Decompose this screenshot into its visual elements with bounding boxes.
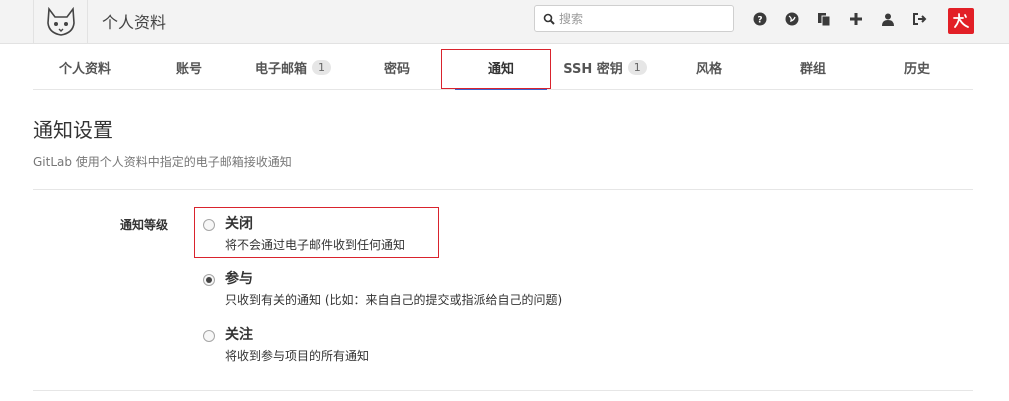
- avatar[interactable]: [948, 8, 974, 34]
- settings-tabs: 个人资料 账号 电子邮箱 1 密码 通知 SSH 密钥 1 风格 群组 历史: [33, 44, 973, 90]
- globe-icon[interactable]: [784, 10, 800, 28]
- radio-participating[interactable]: [203, 274, 215, 286]
- option-description: 将不会通过电子邮件收到任何通知: [225, 238, 406, 252]
- header-actions: ?: [752, 10, 944, 28]
- gitlab-logo-icon: [46, 7, 75, 36]
- radio-watch[interactable]: [203, 330, 215, 342]
- tab-groups[interactable]: 群组: [761, 44, 865, 90]
- tab-password[interactable]: 密码: [345, 44, 449, 90]
- radio-disabled[interactable]: [203, 219, 215, 231]
- option-title: 关闭: [225, 216, 253, 232]
- option-description: 只收到有关的通知 (比如：来自自己的提交或指派给自己的问题): [225, 293, 563, 307]
- option-title: 关注: [225, 327, 253, 343]
- avatar-glyph-icon: [953, 13, 969, 28]
- top-header: 个人资料 ?: [0, 0, 1009, 44]
- tab-account[interactable]: 账号: [137, 44, 241, 90]
- option-participating[interactable]: 参与 只收到有关的通知 (比如：来自自己的提交或指派给自己的问题): [203, 270, 562, 308]
- gitlab-logo[interactable]: [33, 0, 88, 44]
- ssh-key-count-badge: 1: [627, 59, 647, 75]
- notification-level-label: 通知等级: [120, 218, 169, 232]
- copy-icon[interactable]: [816, 10, 832, 28]
- page-subtitle: GitLab 使用个人资料中指定的电子邮箱接收通知: [33, 155, 292, 169]
- help-icon[interactable]: ?: [752, 10, 768, 28]
- tab-emails[interactable]: 电子邮箱 1: [241, 44, 345, 90]
- tab-design[interactable]: 风格: [657, 44, 761, 90]
- tab-notifications[interactable]: 通知: [449, 44, 553, 90]
- tab-profile[interactable]: 个人资料: [33, 44, 137, 90]
- divider: [33, 390, 973, 391]
- page-title: 通知设置: [33, 118, 113, 142]
- search-input[interactable]: [559, 11, 719, 26]
- plus-icon[interactable]: [848, 10, 864, 28]
- user-icon[interactable]: [880, 10, 896, 28]
- option-disabled[interactable]: 关闭 将不会通过电子邮件收到任何通知: [203, 215, 405, 253]
- option-title: 参与: [225, 271, 253, 287]
- option-description: 将收到参与项目的所有通知: [225, 349, 370, 363]
- email-count-badge: 1: [312, 59, 331, 75]
- option-watch[interactable]: 关注 将收到参与项目的所有通知: [203, 326, 369, 364]
- svg-text:?: ?: [757, 16, 762, 26]
- sign-out-icon[interactable]: [912, 10, 928, 28]
- search-box[interactable]: [534, 5, 734, 32]
- divider: [33, 189, 973, 190]
- tab-history[interactable]: 历史: [865, 44, 969, 90]
- tab-ssh-keys[interactable]: SSH 密钥 1: [553, 44, 657, 90]
- app-title[interactable]: 个人资料: [102, 9, 166, 33]
- search-icon: [543, 13, 555, 25]
